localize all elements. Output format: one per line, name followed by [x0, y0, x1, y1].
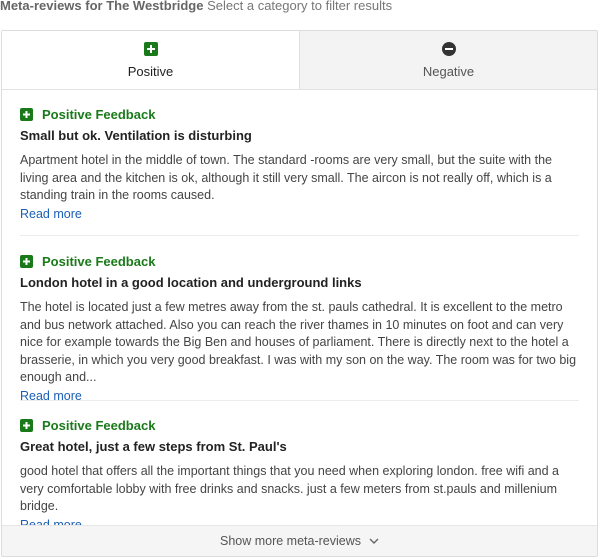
review-title: Small but ok. Ventilation is disturbing [20, 128, 252, 143]
show-more-label: Show more meta-reviews [219, 534, 361, 548]
review-list: Positive Feedback Small but ok. Ventilat… [2, 90, 597, 532]
review-category-label: Positive Feedback [42, 107, 156, 122]
tab-positive-label: Positive [127, 64, 174, 79]
plus-square-icon [20, 108, 33, 121]
page-title: Meta-reviews for The Westbridge [0, 0, 204, 13]
review-title: London hotel in a good location and unde… [20, 275, 362, 290]
review-item: Positive Feedback London hotel in a good… [20, 236, 579, 403]
review-category: Positive Feedback [20, 107, 579, 122]
review-category: Positive Feedback [20, 418, 579, 433]
tab-negative-label: Negative [422, 64, 475, 79]
review-body: Apartment hotel in the middle of town. T… [20, 153, 552, 202]
tab-positive[interactable]: Positive [2, 31, 299, 89]
review-item: Positive Feedback Great hotel, just a fe… [20, 401, 579, 532]
review-body: The hotel is located just a few metres a… [20, 300, 577, 384]
tab-negative[interactable]: Negative [299, 31, 597, 89]
meta-reviews-panel: Positive Negative Positive Feedback Smal… [1, 30, 598, 557]
chevron-down-icon [369, 538, 379, 544]
plus-square-icon [143, 42, 158, 56]
minus-circle-icon [441, 42, 456, 56]
read-more-link[interactable]: Read more [20, 389, 82, 403]
plus-square-icon [20, 255, 33, 268]
review-category-label: Positive Feedback [42, 418, 156, 433]
review-category: Positive Feedback [20, 254, 579, 269]
read-more-link[interactable]: Read more [20, 207, 82, 221]
review-body: good hotel that offers all the important… [20, 464, 560, 513]
page-caption: Meta-reviews for The Westbridge Select a… [0, 0, 600, 16]
category-tabs: Positive Negative [2, 31, 597, 90]
filter-hint: Select a category to filter results [207, 0, 393, 13]
review-title: Great hotel, just a few steps from St. P… [20, 439, 287, 454]
review-category-label: Positive Feedback [42, 254, 156, 269]
show-more-button[interactable]: Show more meta-reviews [2, 525, 597, 556]
plus-square-icon [20, 419, 33, 432]
review-item: Positive Feedback Small but ok. Ventilat… [20, 90, 579, 236]
